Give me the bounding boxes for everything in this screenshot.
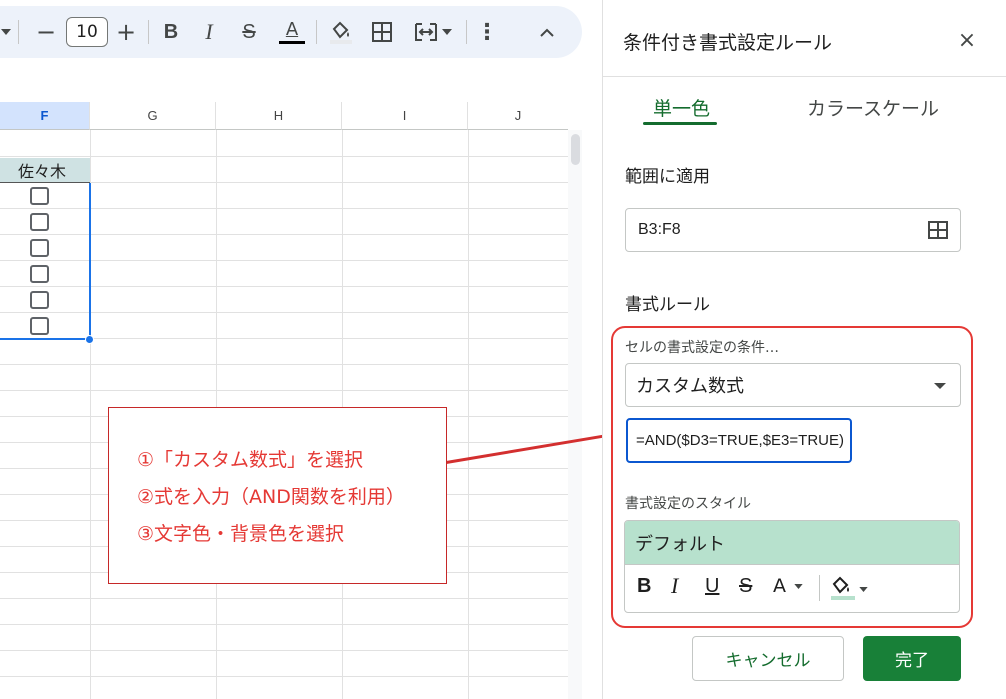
more-options-icon[interactable]: ⋮: [476, 6, 498, 58]
annotation-box: ①「カスタム数式」を選択 ②式を入力（AND関数を利用） ③文字色・背景色を選択: [108, 407, 447, 584]
italic-button[interactable]: I: [198, 6, 220, 58]
condition-value: カスタム数式: [636, 376, 744, 397]
tab-single-color[interactable]: 単一色: [653, 94, 710, 121]
close-icon[interactable]: ×: [955, 28, 979, 53]
divider: [18, 20, 19, 44]
chevron-down-icon: [794, 584, 803, 589]
decrease-font-size-button[interactable]: −: [34, 6, 58, 58]
collapse-toolbar-icon[interactable]: [534, 6, 560, 58]
divider: [603, 76, 1006, 77]
borders-icon[interactable]: [368, 6, 396, 58]
active-tab-indicator: [643, 122, 717, 125]
checkbox[interactable]: [30, 265, 49, 283]
increase-font-size-button[interactable]: +: [114, 6, 138, 58]
header-cell-sasaki[interactable]: 佐々木: [0, 158, 90, 183]
merge-cells-icon: [415, 23, 437, 41]
underline-button[interactable]: U: [705, 575, 719, 598]
range-input[interactable]: B3:F8: [625, 208, 961, 252]
text-color-swatch: [279, 40, 305, 44]
checkbox[interactable]: [30, 213, 49, 231]
text-color-icon: A: [773, 575, 786, 597]
bold-button[interactable]: B: [637, 575, 651, 598]
fill-color-button[interactable]: [829, 573, 868, 606]
annotation-line: ①「カスタム数式」を選択: [137, 449, 364, 471]
checkbox[interactable]: [30, 291, 49, 309]
divider: [466, 20, 467, 44]
condition-select[interactable]: カスタム数式: [625, 363, 961, 407]
toolbar: − 10 + B I S A ⋮: [0, 6, 582, 58]
panel-title: 条件付き書式設定ルール: [623, 32, 833, 54]
tab-color-scale[interactable]: カラースケール: [807, 94, 939, 121]
column-header-i[interactable]: I: [342, 102, 468, 130]
chevron-down-icon: [859, 587, 868, 592]
style-toolbar: B I U S A: [625, 565, 959, 612]
range-value: B3:F8: [638, 221, 681, 238]
scrollbar-thumb[interactable]: [571, 134, 580, 165]
annotation-line: ②式を入力（AND関数を利用）: [137, 486, 405, 508]
divider: [316, 20, 317, 44]
select-range-icon[interactable]: [928, 221, 948, 239]
text-color-icon: A: [285, 18, 299, 40]
divider: [148, 20, 149, 44]
done-button[interactable]: 完了: [863, 636, 961, 681]
checkbox[interactable]: [30, 187, 49, 205]
vertical-scrollbar[interactable]: [568, 130, 582, 699]
column-header-h[interactable]: H: [216, 102, 342, 130]
strikethrough-button[interactable]: S: [238, 6, 260, 58]
checkbox[interactable]: [30, 317, 49, 335]
style-preview[interactable]: デフォルト: [625, 521, 959, 565]
font-size-input[interactable]: 10: [66, 17, 108, 47]
style-label: 書式設定のスタイル: [625, 496, 751, 512]
bold-button[interactable]: B: [160, 6, 182, 58]
screen: − 10 + B I S A ⋮ F G H I J 佐々木 ①「カスタム数式」…: [0, 0, 1006, 699]
text-color-button[interactable]: A: [773, 575, 803, 597]
range-label: 範囲に適用: [625, 167, 710, 187]
spreadsheet-grid: F G H I J 佐々木: [0, 66, 582, 699]
fill-color-icon[interactable]: [326, 6, 356, 58]
fill-handle[interactable]: [85, 335, 94, 344]
custom-formula-input[interactable]: =AND($D3=TRUE,$E3=TRUE): [626, 418, 852, 463]
selection-border: [89, 183, 91, 339]
text-color-button[interactable]: A: [278, 6, 306, 58]
fill-color-icon: [831, 576, 855, 600]
divider: [819, 575, 820, 601]
column-header-g[interactable]: G: [90, 102, 216, 130]
chevron-down-icon: [934, 383, 946, 389]
checkbox[interactable]: [30, 239, 49, 257]
rules-label: 書式ルール: [625, 295, 710, 315]
cancel-button[interactable]: キャンセル: [692, 636, 844, 681]
conditional-format-panel: 条件付き書式設定ルール × 単一色 カラースケール 範囲に適用 B3:F8 書式…: [602, 0, 1006, 699]
merge-cells-button[interactable]: [410, 6, 456, 58]
format-style-box: デフォルト B I U S A: [624, 520, 960, 613]
column-header-j[interactable]: J: [468, 102, 568, 130]
dropdown-arrow-icon[interactable]: [0, 6, 12, 58]
italic-button[interactable]: I: [671, 573, 678, 599]
column-header-f[interactable]: F: [0, 102, 90, 130]
strikethrough-button[interactable]: S: [739, 575, 752, 598]
selection-border: [0, 338, 90, 340]
chevron-down-icon: [442, 29, 452, 35]
condition-label: セルの書式設定の条件…: [625, 340, 779, 356]
annotation-line: ③文字色・背景色を選択: [137, 523, 345, 545]
